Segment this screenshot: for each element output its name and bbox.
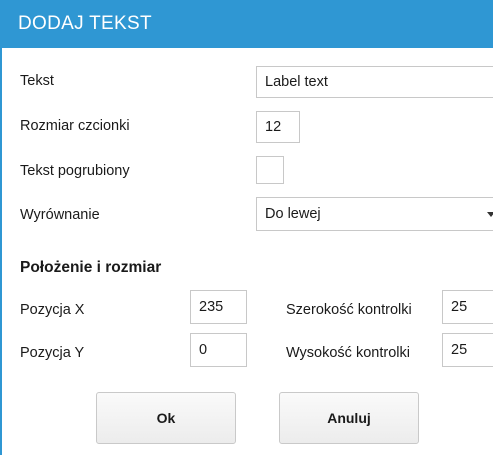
add-text-dialog: DODAJ TEKST Tekst Label text Rozmiar czc…: [0, 0, 493, 455]
pos-y-input[interactable]: 0: [190, 333, 247, 367]
pos-x-input[interactable]: 235: [190, 290, 247, 324]
pos-x-label: Pozycja X: [20, 302, 85, 318]
pos-y-label: Pozycja Y: [20, 345, 85, 361]
bold-label: Tekst pogrubiony: [20, 163, 130, 179]
width-label: Szerokość kontrolki: [286, 302, 412, 318]
height-label: Wysokość kontrolki: [286, 345, 410, 361]
text-input[interactable]: Label text: [256, 66, 493, 98]
cancel-button[interactable]: Anuluj: [279, 392, 419, 444]
alignment-select[interactable]: Do lewej: [256, 197, 493, 231]
ok-button[interactable]: Ok: [96, 392, 236, 444]
dialog-title: DODAJ TEKST: [2, 0, 493, 48]
bold-checkbox[interactable]: [256, 156, 284, 184]
position-size-section-title: Położenie i rozmiar: [20, 259, 162, 276]
text-label: Tekst: [20, 73, 54, 89]
alignment-label: Wyrównanie: [20, 207, 100, 223]
height-input[interactable]: 25: [442, 333, 493, 367]
font-size-input[interactable]: 12: [256, 111, 300, 143]
dropdown-arrow-icon: [487, 212, 493, 217]
alignment-select-value: Do lewej: [265, 206, 321, 222]
width-input[interactable]: 25: [442, 290, 493, 324]
font-size-label: Rozmiar czcionki: [20, 118, 130, 134]
